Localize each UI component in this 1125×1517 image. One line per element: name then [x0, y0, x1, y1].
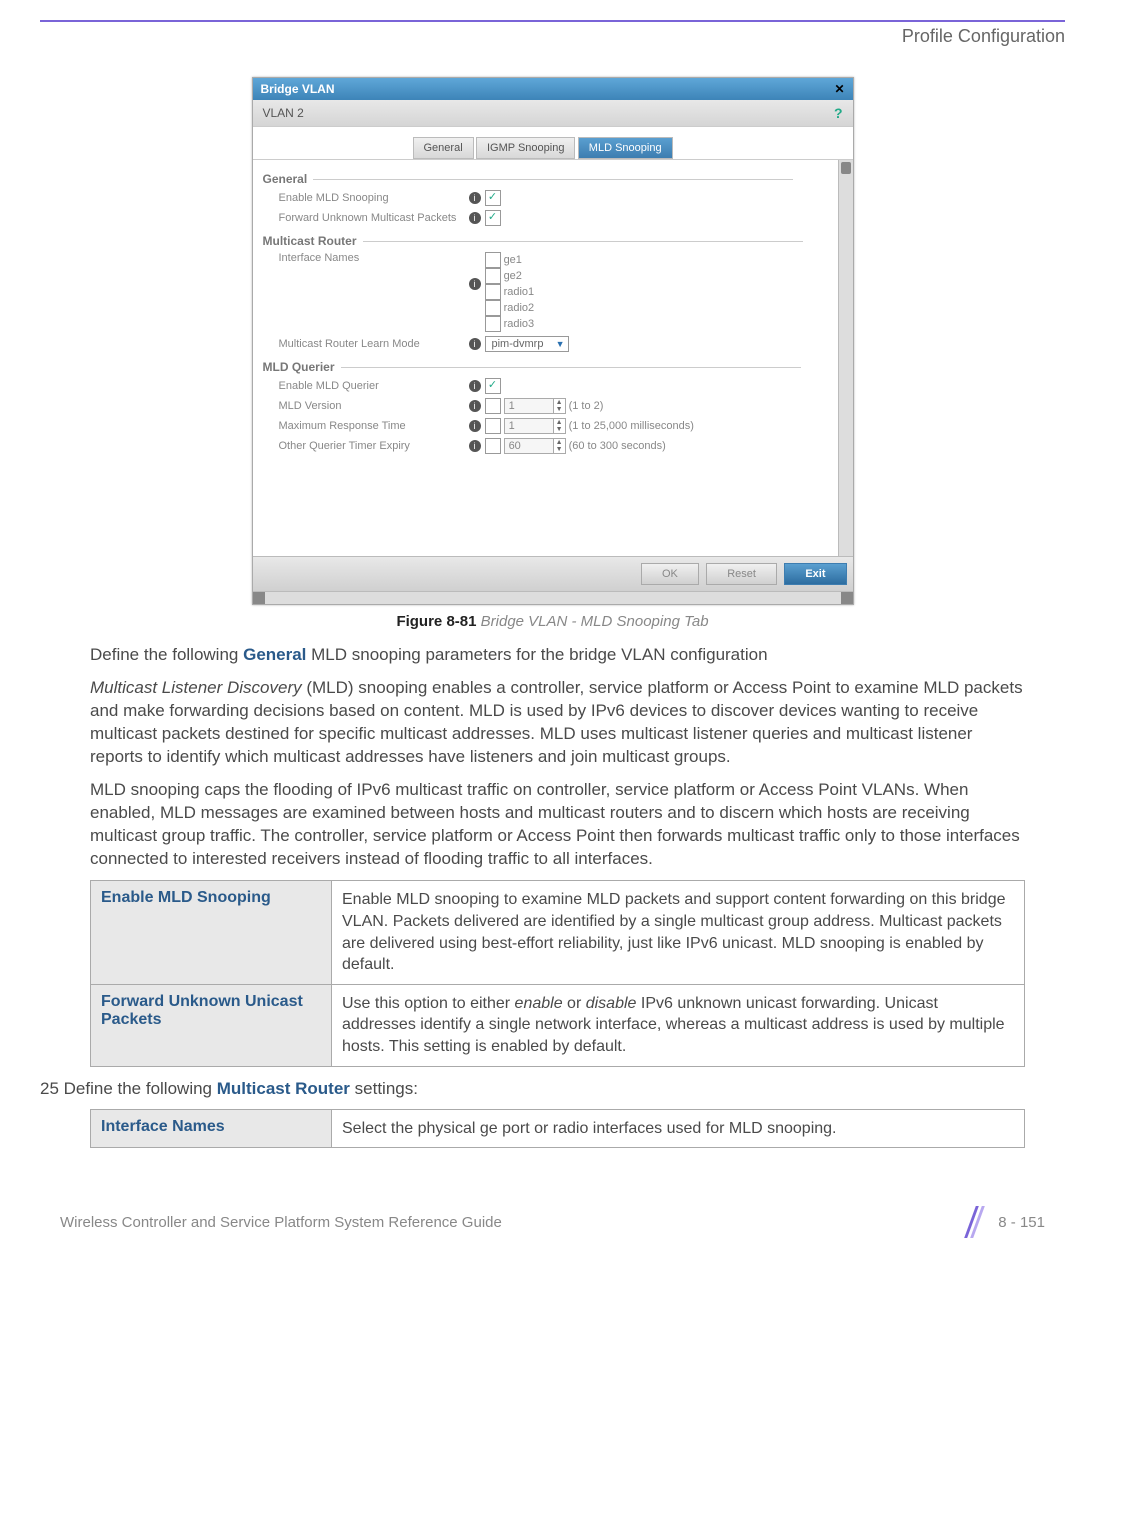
checkbox-mld-version[interactable] [485, 398, 501, 414]
horizontal-scrollbar[interactable] [253, 591, 853, 604]
info-icon[interactable]: i [469, 400, 481, 412]
spinner-max-response-time[interactable]: ▲▼ [504, 418, 566, 434]
section-general: General [259, 166, 845, 188]
vertical-scrollbar[interactable] [838, 160, 853, 556]
info-icon[interactable]: i [469, 212, 481, 224]
page-number: 8 - 151 [998, 1214, 1045, 1231]
spinner-mld-version[interactable]: ▲▼ [504, 398, 566, 414]
cell-forward-unknown-val: Use this option to either enable or disa… [332, 984, 1025, 1066]
label-learn-mode: Multicast Router Learn Mode [279, 338, 469, 350]
paragraph-1: Define the following General MLD snoopin… [90, 644, 1025, 667]
cell-interface-names-key: Interface Names [91, 1109, 332, 1148]
footer-guide-title: Wireless Controller and Service Platform… [60, 1214, 502, 1231]
window-title: Bridge VLAN [261, 82, 335, 96]
label-enable-mld-querier: Enable MLD Querier [279, 380, 469, 392]
info-icon[interactable]: i [469, 420, 481, 432]
vlan-label: VLAN 2 [263, 106, 304, 120]
checkbox-forward-unknown[interactable] [485, 210, 501, 226]
label-ge1: ge1 [504, 254, 522, 266]
info-icon[interactable]: i [469, 192, 481, 204]
info-icon[interactable]: i [469, 338, 481, 350]
step-25: 25 Define the following Multicast Router… [40, 1079, 1025, 1099]
checkbox-radio2[interactable] [485, 300, 501, 316]
label-radio1: radio1 [504, 286, 535, 298]
label-radio2: radio2 [504, 302, 535, 314]
tab-igmp-snooping[interactable]: IGMP Snooping [476, 137, 575, 159]
reset-button[interactable]: Reset [706, 563, 777, 585]
label-interface-names: Interface Names [279, 252, 469, 264]
checkbox-enable-mld-querier[interactable] [485, 378, 501, 394]
info-icon[interactable]: i [469, 440, 481, 452]
ok-button[interactable]: OK [641, 563, 699, 585]
range-max-response-time: (1 to 25,000 milliseconds) [569, 420, 694, 432]
info-icon[interactable]: i [469, 380, 481, 392]
checkbox-radio3[interactable] [485, 316, 501, 332]
window-titlebar: Bridge VLAN ✕ [253, 78, 853, 100]
tabs-row: General IGMP Snooping MLD Snooping [253, 127, 853, 160]
checkbox-max-response-time[interactable] [485, 418, 501, 434]
range-querier-timer-expiry: (60 to 300 seconds) [569, 440, 666, 452]
tab-general[interactable]: General [413, 137, 474, 159]
input-querier-timer-expiry[interactable] [505, 439, 553, 453]
range-mld-version: (1 to 2) [569, 400, 604, 412]
tab-mld-snooping[interactable]: MLD Snooping [578, 137, 673, 159]
paragraph-3: MLD snooping caps the flooding of IPv6 m… [90, 779, 1025, 871]
close-icon[interactable]: ✕ [834, 82, 844, 96]
figure-caption: Figure 8-81 Bridge VLAN - MLD Snooping T… [40, 613, 1065, 630]
select-learn-mode[interactable]: pim-dvmrp [485, 336, 569, 352]
section-multicast-router: Multicast Router [259, 228, 845, 250]
label-enable-mld-snooping: Enable MLD Snooping [279, 192, 469, 204]
header-section: Profile Configuration [40, 26, 1065, 47]
checkbox-querier-timer-expiry[interactable] [485, 438, 501, 454]
multicast-router-table: Interface Names Select the physical ge p… [90, 1109, 1025, 1149]
help-icon[interactable]: ? [834, 105, 843, 121]
label-forward-unknown: Forward Unknown Multicast Packets [279, 212, 469, 224]
input-max-response-time[interactable] [505, 419, 553, 433]
section-mld-querier: MLD Querier [259, 354, 845, 376]
paragraph-2: Multicast Listener Discovery (MLD) snoop… [90, 677, 1025, 769]
info-icon[interactable]: i [469, 278, 481, 290]
app-window: Bridge VLAN ✕ VLAN 2 ? General IGMP Snoo… [252, 77, 854, 605]
footer-slash-icon [964, 1208, 988, 1236]
label-ge2: ge2 [504, 270, 522, 282]
cell-enable-mld-snooping-key: Enable MLD Snooping [91, 881, 332, 984]
checkbox-ge2[interactable] [485, 268, 501, 284]
dialog-footer: OK Reset Exit [253, 556, 853, 591]
general-settings-table: Enable MLD Snooping Enable MLD snooping … [90, 880, 1025, 1066]
cell-forward-unknown-key: Forward Unknown Unicast Packets [91, 984, 332, 1066]
label-querier-timer-expiry: Other Querier Timer Expiry [279, 440, 469, 452]
cell-enable-mld-snooping-val: Enable MLD snooping to examine MLD packe… [332, 881, 1025, 984]
checkbox-radio1[interactable] [485, 284, 501, 300]
label-radio3: radio3 [504, 318, 535, 330]
label-mld-version: MLD Version [279, 400, 469, 412]
window-subbar: VLAN 2 ? [253, 100, 853, 127]
spinner-querier-timer-expiry[interactable]: ▲▼ [504, 438, 566, 454]
checkbox-ge1[interactable] [485, 252, 501, 268]
label-max-response-time: Maximum Response Time [279, 420, 469, 432]
cell-interface-names-val: Select the physical ge port or radio int… [332, 1109, 1025, 1148]
exit-button[interactable]: Exit [784, 563, 846, 585]
checkbox-enable-mld-snooping[interactable] [485, 190, 501, 206]
input-mld-version[interactable] [505, 399, 553, 413]
